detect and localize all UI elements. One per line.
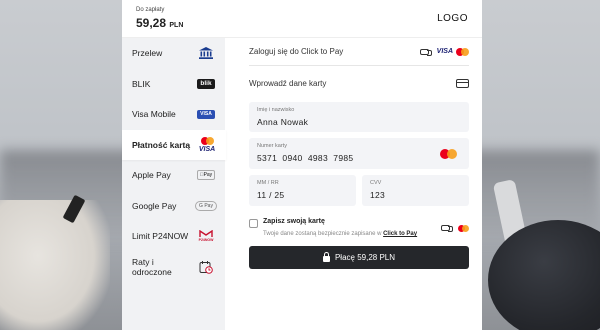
amount-value: 59,28 PLN bbox=[136, 16, 184, 30]
blik-icon: blik bbox=[195, 77, 217, 91]
payment-modal: Do zapłaty 59,28 PLN LOGO Przelew BLIK b… bbox=[122, 0, 482, 330]
amount-label: Do zapłaty bbox=[136, 7, 165, 13]
click-to-pay-label: Zaloguj się do Click to Pay bbox=[249, 47, 344, 56]
credit-card-icon bbox=[456, 78, 469, 88]
sidebar-item-visa-mobile[interactable]: Visa Mobile VISA bbox=[122, 99, 225, 130]
save-card-description: Twoje dane zostaną bezpiecznie zapisane … bbox=[263, 231, 418, 237]
expiry-field[interactable]: MM / RR 11 / 25 bbox=[249, 175, 356, 206]
cvv-field[interactable]: CVV 123 bbox=[362, 175, 469, 206]
mastercard-icon bbox=[456, 47, 469, 56]
merchant-logo: LOGO bbox=[437, 13, 468, 24]
sidebar-item-p24now[interactable]: Limit P24NOW P24NOW bbox=[122, 221, 225, 252]
visa-icon: VISA bbox=[198, 145, 216, 153]
visa-icon: VISA bbox=[436, 48, 453, 55]
bank-icon bbox=[195, 46, 217, 60]
mastercard-icon bbox=[458, 224, 469, 232]
sidebar-item-apple-pay[interactable]: Apple Pay Pay bbox=[122, 160, 225, 191]
lock-icon bbox=[322, 251, 330, 262]
payment-methods-sidebar: Przelew BLIK blik Visa Mobile VISA Płatn… bbox=[122, 38, 226, 330]
currency: PLN bbox=[169, 22, 184, 29]
sidebar-item-przelew[interactable]: Przelew bbox=[122, 38, 225, 69]
click-to-pay-icon bbox=[441, 225, 453, 232]
mastercard-icon bbox=[440, 149, 457, 159]
apple-pay-icon: Pay bbox=[195, 168, 217, 182]
sidebar-item-google-pay[interactable]: Google Pay G Pay bbox=[122, 191, 225, 222]
google-pay-icon: G Pay bbox=[195, 199, 217, 213]
visa-mobile-icon: VISA bbox=[195, 107, 217, 121]
pay-button[interactable]: Płacę 59,28 PLN bbox=[249, 246, 469, 269]
enter-card-data-row[interactable]: Wprowadź dane karty bbox=[249, 69, 469, 97]
sidebar-item-raty[interactable]: Raty i odroczone bbox=[122, 252, 225, 283]
mastercard-icon bbox=[200, 136, 214, 145]
sidebar-item-platnosc-karta[interactable]: Płatność kartą VISA bbox=[122, 129, 226, 160]
save-card-checkbox[interactable] bbox=[249, 219, 258, 228]
click-to-pay-login[interactable]: Zaloguj się do Click to Pay VISA bbox=[249, 38, 469, 66]
name-field[interactable]: Imię i nazwisko Anna Nowak bbox=[249, 102, 469, 132]
amount-block: Do zapłaty 59,28 PLN bbox=[136, 7, 183, 30]
card-brands-icon: VISA bbox=[196, 134, 218, 156]
p24now-icon: P24NOW bbox=[195, 229, 217, 243]
enter-card-label: Wprowadź dane karty bbox=[249, 78, 327, 88]
sidebar-item-blik[interactable]: BLIK blik bbox=[122, 69, 225, 100]
card-payment-panel: Zaloguj się do Click to Pay VISA Wprowad… bbox=[249, 38, 469, 269]
save-card-title: Zapisz swoją kartę bbox=[263, 218, 325, 225]
header: Do zapłaty 59,28 PLN LOGO bbox=[122, 0, 482, 38]
click-to-pay-link[interactable]: Click to Pay bbox=[383, 231, 417, 237]
save-card-option: Zapisz swoją kartę Twoje dane zostaną be… bbox=[249, 218, 469, 238]
card-number-field[interactable]: Numer karty 5371 0940 4983 7985 bbox=[249, 138, 469, 169]
calendar-clock-icon bbox=[195, 260, 217, 274]
click-to-pay-icon bbox=[419, 48, 432, 56]
